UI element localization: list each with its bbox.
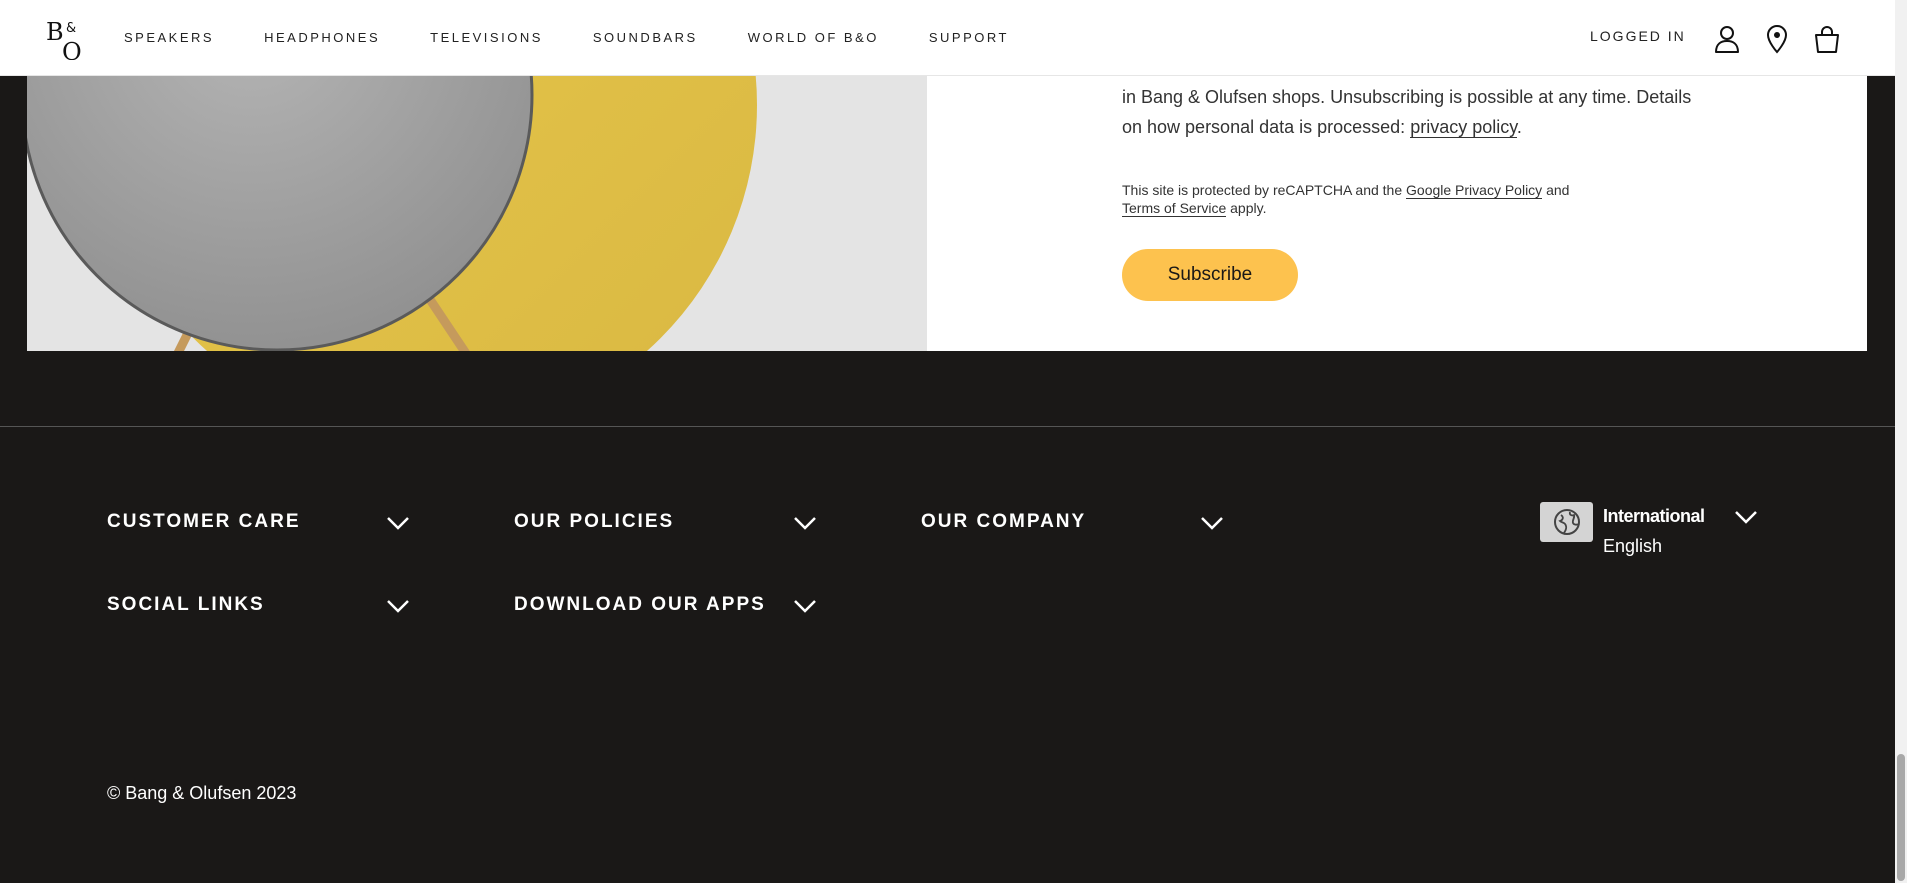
region-name[interactable]: International xyxy=(1603,506,1705,527)
recaptcha-notice: This site is protected by reCAPTCHA and … xyxy=(1122,181,1642,217)
recaptcha-suffix: apply. xyxy=(1226,200,1267,216)
bo-logo[interactable]: B & O xyxy=(46,18,88,60)
download-apps-label: DOWNLOAD OUR APPS xyxy=(514,594,766,615)
recaptcha-and: and xyxy=(1542,182,1570,198)
terms-of-service-link[interactable]: Terms of Service xyxy=(1122,200,1227,217)
chevron-down-icon[interactable] xyxy=(386,516,410,530)
nav-televisions[interactable]: TELEVISIONS xyxy=(430,30,543,45)
scrollbar-thumb[interactable] xyxy=(1897,754,1905,881)
language-name[interactable]: English xyxy=(1603,536,1662,557)
copyright-text: © Bang & Olufsen 2023 xyxy=(107,783,297,803)
nav-headphones[interactable]: HEADPHONES xyxy=(264,30,380,45)
chevron-down-icon[interactable] xyxy=(793,516,817,530)
consent-text-prefix: on how personal data is processed: xyxy=(1122,117,1411,137)
chevron-down-icon[interactable] xyxy=(1734,510,1758,524)
subscribe-button[interactable]: Subscribe xyxy=(1122,249,1298,301)
privacy-policy-link[interactable]: privacy policy xyxy=(1410,117,1517,138)
social-links-label: SOCIAL LINKS xyxy=(107,594,265,615)
shopping-bag-icon[interactable] xyxy=(1813,24,1841,54)
logged-in-label[interactable]: LOGGED IN xyxy=(1590,28,1686,44)
footer-customer-care[interactable]: CUSTOMER CARE xyxy=(107,511,301,533)
our-policies-label: OUR POLICIES xyxy=(514,511,675,532)
user-icon[interactable] xyxy=(1713,24,1741,54)
consent-text-line-1: in Bang & Olufsen shops. Unsubscribing i… xyxy=(1122,87,1692,107)
footer-our-policies[interactable]: OUR POLICIES xyxy=(514,511,674,533)
footer-our-company[interactable]: OUR COMPANY xyxy=(921,511,1086,533)
speaker-image xyxy=(27,75,927,351)
svg-text:&: & xyxy=(66,21,76,36)
svg-text:O: O xyxy=(62,38,82,60)
newsletter-text: in Bang & Olufsen shops. Unsubscribing i… xyxy=(1122,82,1692,142)
footer-download-apps[interactable]: DOWNLOAD OUR APPS xyxy=(514,594,766,616)
chevron-down-icon[interactable] xyxy=(793,599,817,613)
chevron-down-icon[interactable] xyxy=(386,599,410,613)
nav-soundbars[interactable]: SOUNDBARS xyxy=(593,30,698,45)
region-selector[interactable] xyxy=(1540,502,1593,542)
scrollbar-track[interactable] xyxy=(1895,0,1907,883)
our-company-label: OUR COMPANY xyxy=(921,511,1087,532)
footer-divider xyxy=(0,426,1895,427)
main-nav: SPEAKERS HEADPHONES TELEVISIONS SOUNDBAR… xyxy=(124,30,1059,45)
recaptcha-prefix: This site is protected by reCAPTCHA and … xyxy=(1122,182,1407,198)
nav-speakers[interactable]: SPEAKERS xyxy=(124,30,214,45)
nav-world-of-bo[interactable]: WORLD OF B&O xyxy=(748,30,879,45)
consent-text-suffix: . xyxy=(1516,117,1522,137)
google-privacy-link[interactable]: Google Privacy Policy xyxy=(1406,182,1543,199)
consent-text-line-2: on how personal data is processed: priva… xyxy=(1122,112,1692,142)
globe-icon xyxy=(1553,509,1580,535)
customer-care-label: CUSTOMER CARE xyxy=(107,511,301,532)
footer-social-links[interactable]: SOCIAL LINKS xyxy=(107,594,265,616)
site-header: B & O SPEAKERS HEADPHONES TELEVISIONS SO… xyxy=(0,0,1895,76)
nav-support[interactable]: SUPPORT xyxy=(929,30,1009,45)
chevron-down-icon[interactable] xyxy=(1200,516,1224,530)
svg-text:B: B xyxy=(46,18,64,46)
location-pin-icon[interactable] xyxy=(1763,24,1791,54)
